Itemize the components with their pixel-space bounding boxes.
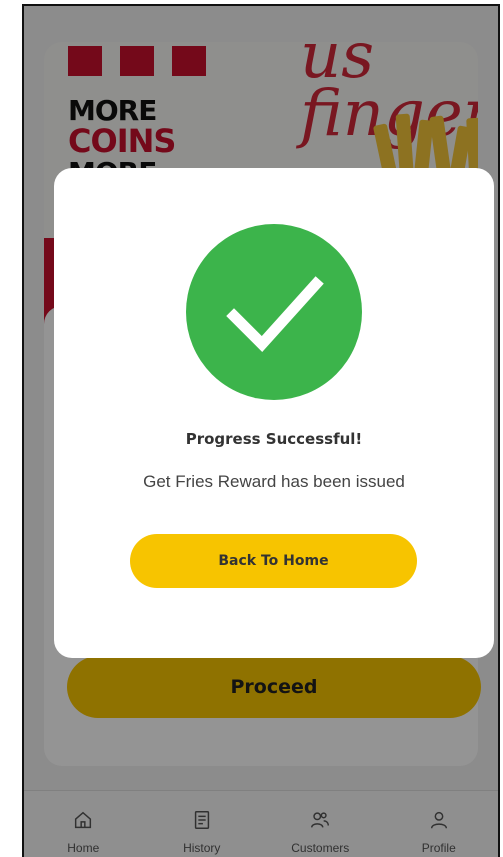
back-to-home-button[interactable]: Back To Home	[130, 534, 417, 588]
success-badge	[186, 224, 362, 400]
dialog-title: Progress Successful!	[185, 430, 363, 448]
dialog-message: Get Fries Reward has been issued	[143, 472, 405, 491]
app-screen: MORE COINS MORE usfinger Proceed Home	[24, 6, 498, 857]
success-dialog: Progress Successful! Get Fries Reward ha…	[54, 168, 494, 658]
check-icon	[226, 276, 324, 352]
device-frame: MORE COINS MORE usfinger Proceed Home	[22, 4, 500, 857]
